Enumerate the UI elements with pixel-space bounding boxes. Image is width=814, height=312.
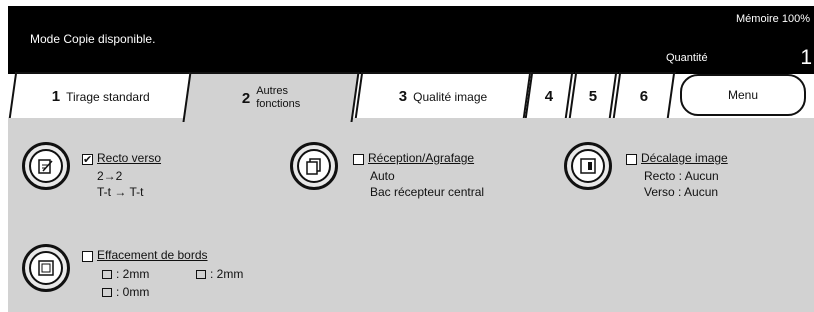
- effacement-button[interactable]: [22, 244, 70, 292]
- tab-number: 5: [588, 87, 598, 105]
- recto-verso-orientation: T-t → T-t: [97, 185, 144, 199]
- tab-autres-fonctions[interactable]: 2 Autres fonctions: [182, 72, 360, 122]
- recto-verso-title[interactable]: Recto verso: [97, 151, 161, 165]
- status-bar: Mode Copie disponible. Mémoire 100% Quan…: [8, 6, 814, 74]
- decalage-button[interactable]: [564, 142, 612, 190]
- reception-tray: Bac récepteur central: [370, 185, 485, 199]
- decalage-title[interactable]: Décalage image: [641, 151, 728, 165]
- feature-panel: ✔ Recto verso 2→2 T-t → T-t Réception/Ag…: [8, 118, 814, 312]
- effacement-title[interactable]: Effacement de bords: [97, 248, 208, 262]
- reception-mode: Auto: [370, 169, 395, 183]
- decalage-verso: Verso : Aucun: [644, 185, 719, 199]
- effacement-sides-value: : 2mm: [210, 267, 244, 281]
- tab-6[interactable]: 6: [612, 72, 676, 118]
- side-edge-icon: [196, 270, 206, 280]
- effacement-center: : 0mm: [102, 285, 149, 299]
- reception-title[interactable]: Réception/Agrafage: [368, 151, 474, 165]
- duplex-icon: [29, 149, 63, 183]
- tab-4[interactable]: 4: [524, 72, 574, 118]
- center-edge-icon: [102, 288, 112, 298]
- effacement-top-bottom-value: : 2mm: [116, 267, 150, 281]
- decalage-checkbox[interactable]: [626, 154, 637, 165]
- recto-verso-mode: 2→2: [97, 169, 123, 183]
- tab-number: 3: [398, 87, 408, 105]
- output-tray-icon: [297, 149, 331, 183]
- status-message: Mode Copie disponible.: [30, 32, 156, 46]
- quantity-label: Quantité: [666, 52, 708, 64]
- top-bottom-edge-icon: [102, 270, 112, 280]
- effacement-checkbox[interactable]: [82, 251, 93, 262]
- tab-number: 6: [639, 87, 649, 105]
- edge-erase-icon: [29, 251, 63, 285]
- reception-button[interactable]: [290, 142, 338, 190]
- decalage-recto: Recto : Aucun: [644, 169, 719, 183]
- tab-label-line2: fonctions: [256, 98, 301, 110]
- tab-tirage-standard[interactable]: 1 Tirage standard: [8, 72, 194, 118]
- effacement-sides: : 2mm: [196, 267, 243, 281]
- effacement-top-bottom: : 2mm: [102, 267, 149, 281]
- menu-button[interactable]: Menu: [680, 74, 806, 116]
- tab-number: 2: [241, 89, 251, 107]
- tab-5[interactable]: 5: [568, 72, 618, 118]
- tab-number: 1: [51, 87, 61, 105]
- quantity-value: 1: [800, 46, 812, 69]
- tab-label: Qualité image: [413, 89, 488, 103]
- tab-qualite-image[interactable]: 3 Qualité image: [354, 72, 532, 118]
- tab-label: Tirage standard: [66, 89, 150, 103]
- tab-bar: 1 Tirage standard 3 Qualité image 4 5 6 2 …: [8, 72, 814, 122]
- reception-checkbox[interactable]: [353, 154, 364, 165]
- tab-number: 4: [544, 87, 554, 105]
- memory-indicator: Mémoire 100%: [736, 13, 810, 25]
- tab-label-line1: Autres: [256, 85, 288, 97]
- effacement-center-value: : 0mm: [116, 285, 150, 299]
- recto-verso-checkbox[interactable]: ✔: [82, 154, 93, 166]
- recto-verso-button[interactable]: [22, 142, 70, 190]
- image-shift-icon: [571, 149, 605, 183]
